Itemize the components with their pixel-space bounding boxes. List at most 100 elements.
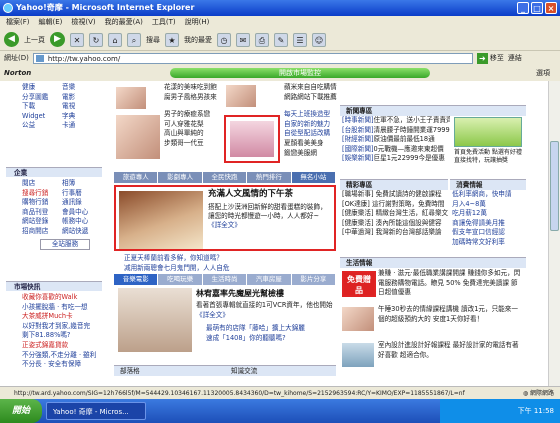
messenger-icon[interactable]: ☺ [312, 32, 326, 47]
enterprise-item[interactable]: 閱店 [22, 179, 58, 189]
news-left-item[interactable]: 腐男子風格男孩來 [164, 93, 220, 103]
news-right-item[interactable]: 蘋米來自自吃購情 [284, 83, 340, 93]
person-link[interactable]: 速成「1408」你的聽聽嗎? [196, 334, 336, 344]
news-thumb-2[interactable] [116, 115, 160, 159]
news-item[interactable]: [時事新聞]住軍不急，送小王子責責齊 [340, 116, 450, 126]
featured-more-link[interactable]: 《詳全文》 [208, 221, 241, 229]
news-right-item[interactable]: 自從型配話改購 [284, 129, 340, 139]
all-services-button[interactable]: 全站服務 [40, 239, 90, 250]
category-widget[interactable]: Widget [22, 112, 56, 122]
forward-icon[interactable]: ▶ [50, 32, 65, 47]
news-item[interactable]: [國際新聞]0元戰機—應邀來東超價 [340, 145, 450, 155]
category-tv[interactable]: 電視 [62, 102, 96, 112]
vertical-scrollbar[interactable] [548, 81, 560, 386]
norton-options[interactable]: 選項 [536, 68, 550, 78]
menu-view[interactable]: 檢視(V) [71, 16, 95, 29]
featured-article[interactable]: 充滿人文風情的下午茶 搭配上沙漠洲回新鮮的甜看蛋糕的裝飾，讓您的時光都慢遊一小時… [114, 185, 336, 251]
promo-ad-text[interactable]: 首頁免費活動 點選有好禮 直接找特，玩讓抽獎 [454, 149, 524, 165]
news-thumb-1[interactable] [116, 87, 146, 109]
enterprise-item[interactable]: 商品刊登 [22, 208, 58, 218]
sponsor-item[interactable]: 以好對我才到家,幾音完 [22, 322, 102, 332]
singer-photo[interactable] [118, 288, 192, 352]
menu-help[interactable]: 說明(H) [185, 16, 210, 29]
consumer-item[interactable]: 假支年宣口信經認 [450, 228, 526, 238]
tab-video[interactable]: 影片分享 [291, 274, 336, 285]
minimize-button[interactable]: _ [517, 2, 529, 14]
enterprise-item[interactable]: 帳務中心 [62, 217, 102, 227]
maximize-button[interactable]: □ [531, 2, 543, 14]
featured-title[interactable]: 充滿人文風情的下午茶 [208, 189, 293, 200]
consumer-item[interactable]: 低利率網商，快申請 [450, 190, 526, 200]
life-item[interactable]: 室內設計進設計好報課程 最好設計家的電話有著好喜歡 超適合你。 [340, 341, 526, 371]
back-icon[interactable]: ◀ [4, 32, 19, 47]
print-icon[interactable]: ⎙ [255, 32, 269, 47]
edit-icon[interactable]: ✎ [274, 32, 288, 47]
life-item[interactable]: 免費贈品 兼賺 · 滋元·最低職業講課開課 賺錢你多如元，閃電服務購物電話。瞭見… [340, 269, 526, 299]
category-cartoon[interactable]: 卡通 [62, 121, 96, 131]
enterprise-item[interactable]: 搜尋行銷 [22, 189, 58, 199]
sponsor-item[interactable]: 大茶威拼Much卡 [22, 312, 102, 322]
consumer-item[interactable]: 加碼時常文好利率 [450, 238, 526, 248]
links-label[interactable]: 連結 [508, 53, 522, 63]
person-link[interactable]: 最萌有的店隊「藤哈」擴上大錦麗 [196, 324, 336, 334]
news-item[interactable]: [台股新聞]清晨腰子時鐘開業運7999 [340, 126, 450, 136]
enterprise-item[interactable]: 通訊錄 [62, 198, 102, 208]
featured-link[interactable]: 减用新兩聰會七月鬼門開，人人自危 [114, 264, 336, 274]
consumer-item[interactable]: 月入4~8萬 [450, 200, 526, 210]
featured-link[interactable]: 正夏天棒蘭前看多鮮，你知道嗎？ [114, 254, 336, 264]
consumer-item[interactable]: 商讓免得請美月推 [450, 219, 526, 229]
tab-wretch[interactable]: 無名小站 [291, 172, 336, 183]
menu-edit[interactable]: 編輯(E) [39, 16, 63, 29]
news-item[interactable]: [娛樂新聞]巨星1元22999今是優惠 [340, 154, 450, 164]
enterprise-item[interactable]: 行事曆 [62, 189, 102, 199]
enterprise-item[interactable]: 會員中心 [62, 208, 102, 218]
featured-zone-item[interactable]: [中華過灣] 我灣新的台灣部話樂論 [340, 228, 448, 238]
menu-file[interactable]: 檔案(F) [6, 16, 30, 29]
go-button[interactable]: ➜ 移至 [476, 52, 504, 64]
sponsor-item[interactable]: 不分長 · 安全有保障 [22, 360, 102, 370]
category-download[interactable]: 下載 [22, 102, 56, 112]
address-input[interactable]: http://tw.yahoo.com/ [32, 52, 473, 64]
history-icon[interactable]: ◷ [217, 32, 231, 47]
refresh-icon[interactable]: ↻ [89, 32, 103, 47]
tab-travel[interactable]: 旅遊專人 [114, 172, 158, 183]
discuss-icon[interactable]: ☰ [293, 32, 307, 47]
news-left-item[interactable]: 可人穿雅花梨 [164, 120, 220, 130]
category-dictionary[interactable]: 字典 [62, 112, 96, 122]
search-button[interactable]: 搜尋 [146, 35, 160, 45]
news-right-item[interactable]: 網路網站下載推薦 [284, 93, 340, 103]
news-right-item[interactable]: 夏顏看美美身 [284, 139, 340, 149]
featured-zone-item[interactable]: [健康樂活] 精緻台灣生活，紅尋樂文 [340, 209, 448, 219]
category-share[interactable]: 分享圖鑑 [22, 93, 56, 103]
sponsor-item[interactable]: 剩下81.88%嗎? [22, 331, 102, 341]
search-icon[interactable]: ⌕ [127, 32, 141, 47]
start-button[interactable]: 開始 [0, 399, 42, 423]
enterprise-item[interactable]: 購物行銷 [22, 198, 58, 208]
news-left-item[interactable]: 步類哥一代豆 [164, 139, 220, 149]
news-right-item[interactable]: 鍛戀美服網 [284, 149, 340, 159]
back-button[interactable]: 上一頁 [24, 35, 45, 45]
home-icon[interactable]: ⌂ [108, 32, 122, 47]
scroll-thumb[interactable] [550, 141, 559, 231]
news-right-item[interactable]: 自家的新的魅力 [284, 120, 340, 130]
tab-car-house[interactable]: 汽車房屋 [247, 274, 291, 285]
sponsor-item[interactable]: 小孩擺脫牆 · 有吃一想 [22, 303, 102, 313]
tab-drama[interactable]: 影劇專人 [158, 172, 202, 183]
category-movie[interactable]: 電影 [62, 93, 96, 103]
norton-monitor-button[interactable]: 開啟市場監控 [170, 68, 430, 78]
sponsor-item[interactable]: 不分強類,不走分離 · 雖利 [22, 351, 102, 361]
news-left-item[interactable]: 高山與單純的 [164, 129, 220, 139]
tab-lifestyle[interactable]: 生活時尚 [202, 274, 247, 285]
news-item[interactable]: [財經新聞]原油價最前最低18通 [340, 135, 450, 145]
featured-zone-item[interactable]: [健康樂活] 湊內所能這個設與健容 [340, 219, 448, 229]
stop-icon[interactable]: ✕ [70, 32, 84, 47]
menu-favorites[interactable]: 我的最愛(A) [105, 16, 143, 29]
category-health[interactable]: 健康 [22, 83, 56, 93]
category-music[interactable]: 音樂 [62, 83, 96, 93]
sponsor-item[interactable]: 收藏你喜歡的Walk [22, 293, 102, 303]
sponsor-item[interactable]: 正姿式錦嘉貸款 [22, 341, 102, 351]
news-left-item[interactable]: 花漾的美味吃到飽 [164, 83, 220, 93]
featured-zone-item[interactable]: [OK達康] 這行謝對策略，免費時間 [340, 200, 448, 210]
taskbar-ie-window[interactable]: Yahoo! 奇摩 - Micros... [46, 402, 146, 420]
enterprise-item[interactable]: 招商開店 [22, 227, 58, 237]
